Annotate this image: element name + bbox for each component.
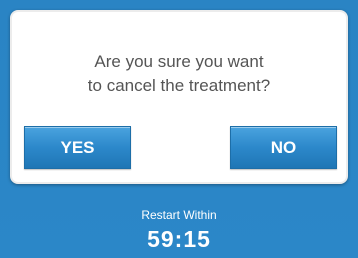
cancel-confirm-dialog: Are you sure you want to cancel the trea… (10, 10, 348, 184)
dialog-message: Are you sure you want to cancel the trea… (12, 50, 346, 98)
restart-within-label: Restart Within (141, 208, 217, 222)
no-button[interactable]: NO (230, 126, 337, 169)
yes-button[interactable]: YES (24, 126, 131, 169)
dialog-message-line-1: Are you sure you want (94, 52, 264, 71)
dialog-message-line-2: to cancel the treatment? (87, 76, 271, 95)
countdown-timer: 59:15 (147, 226, 211, 252)
treatment-screen: Are you sure you want to cancel the trea… (0, 0, 358, 258)
